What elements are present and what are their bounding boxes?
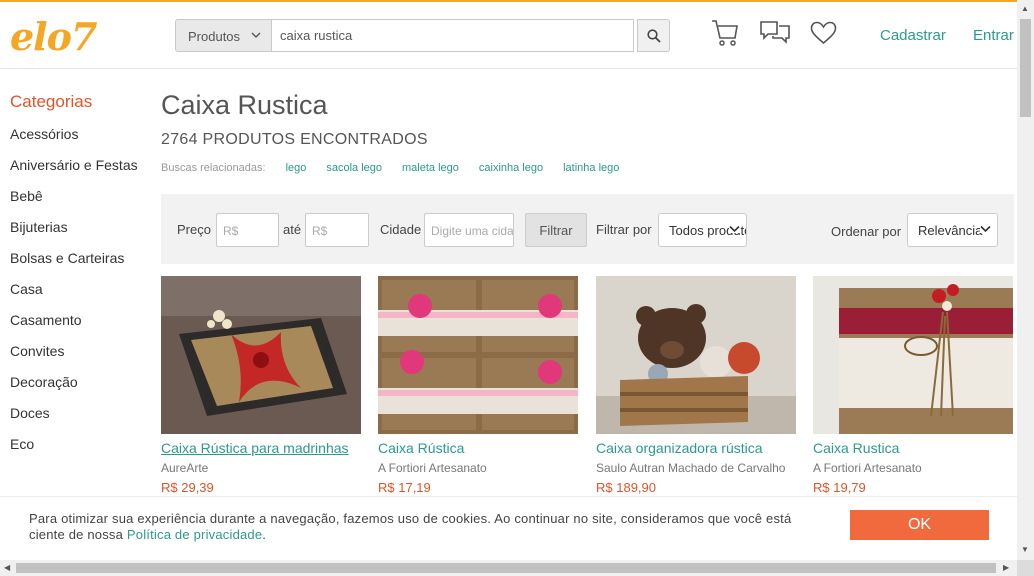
related-searches: Buscas relacionadas: lego sacola lego ma… [161, 162, 1014, 174]
product-seller[interactable]: A Fortiori Artesanato [813, 461, 1013, 475]
related-searches-label: Buscas relacionadas: [161, 162, 266, 174]
chevron-down-icon [251, 32, 261, 38]
messages-icon[interactable] [759, 18, 791, 46]
product-seller[interactable]: AureArte [161, 461, 361, 475]
product-card[interactable]: Caixa Rústica para madrinhas AureArte R$… [161, 276, 361, 495]
price-max-input[interactable]: R$ [305, 213, 369, 247]
sort-value: Relevância [918, 223, 983, 238]
cookie-text-end: . [262, 527, 267, 542]
search-bar: Produtos [175, 19, 670, 52]
category-list: Acessórios Aniversário e Festas Bebê Bij… [10, 126, 140, 453]
elo7-logo[interactable]: elo7 [10, 14, 97, 59]
product-card[interactable]: Caixa organizadora rústica Saulo Autran … [596, 276, 796, 495]
product-price: R$ 17,19 [378, 480, 431, 495]
product-image[interactable] [378, 276, 578, 434]
heart-icon[interactable] [810, 21, 837, 45]
product-card[interactable]: Caixa Rustica A Fortiori Artesanato R$ 1… [813, 276, 1013, 495]
city-label: Cidade [380, 222, 422, 237]
product-image[interactable] [596, 276, 796, 434]
sort-select[interactable]: Relevância [907, 213, 998, 247]
privacy-policy-link[interactable]: Política de privacidade [127, 527, 262, 542]
price-min-placeholder: R$ [223, 224, 239, 238]
category-sidebar: Categorias Acessórios Aniversário e Fest… [10, 92, 140, 467]
price-to-label: até [283, 222, 302, 237]
price-min-input[interactable]: R$ [216, 213, 279, 247]
category-item[interactable]: Bijuterias [10, 219, 140, 236]
search-category-select[interactable]: Produtos [175, 19, 272, 52]
scroll-up-arrow-icon[interactable]: ▲ [1021, 4, 1029, 13]
related-search-link[interactable]: sacola lego [326, 162, 382, 174]
results-header: Caixa Rustica 2764 PRODUTOS ENCONTRADOS … [161, 90, 1014, 174]
product-name[interactable]: Caixa organizadora rústica [596, 440, 796, 456]
page-title: Caixa Rustica [161, 90, 328, 120]
city-input[interactable]: Digite uma cidade [424, 213, 514, 247]
login-link[interactable]: Entrar [973, 27, 1014, 44]
related-search-link[interactable]: latinha lego [563, 162, 619, 174]
search-input[interactable] [272, 19, 634, 52]
related-search-link[interactable]: caixinha lego [479, 162, 543, 174]
search-category-label: Produtos [188, 29, 241, 44]
search-icon [646, 28, 661, 43]
price-max-placeholder: R$ [312, 224, 328, 238]
category-item[interactable]: Acessórios [10, 126, 140, 143]
category-item[interactable]: Aniversário e Festas [10, 157, 140, 174]
product-name[interactable]: Caixa Rústica para madrinhas [161, 440, 361, 456]
category-item[interactable]: Doces [10, 405, 140, 422]
vertical-scrollbar[interactable]: ▲ ▼ [1017, 0, 1034, 560]
chevron-down-icon [980, 225, 991, 233]
product-seller[interactable]: A Fortiori Artesanato [378, 461, 578, 475]
scrollbar-corner [1017, 560, 1034, 576]
category-item[interactable]: Casamento [10, 312, 140, 329]
category-item[interactable]: Bebê [10, 188, 140, 205]
chevron-down-icon [729, 225, 740, 233]
scroll-left-arrow-icon[interactable]: ◀ [4, 563, 10, 572]
cookie-message: Para otimizar sua experiência durante a … [29, 511, 829, 543]
filter-by-label: Filtrar por [596, 222, 652, 237]
search-button[interactable] [637, 19, 670, 52]
category-item[interactable]: Decoração [10, 374, 140, 391]
site-header: elo7 Produtos Cadastrar Entrar [0, 2, 1017, 69]
cookie-banner: Para otimizar sua experiência durante a … [0, 496, 1017, 560]
product-image[interactable] [813, 276, 1013, 434]
cart-icon[interactable] [711, 17, 739, 47]
scroll-down-arrow-icon[interactable]: ▼ [1021, 545, 1029, 554]
category-item[interactable]: Bolsas e Carteiras [10, 250, 140, 267]
sort-label: Ordenar por [831, 224, 902, 239]
product-name[interactable]: Caixa Rústica [378, 440, 578, 456]
vertical-scroll-thumb[interactable] [1020, 19, 1031, 117]
register-link[interactable]: Cadastrar [880, 27, 946, 44]
category-item[interactable]: Casa [10, 281, 140, 298]
price-label: Preço [177, 222, 211, 237]
product-seller[interactable]: Saulo Autran Machado de Carvalho [596, 461, 796, 475]
results-count: 2764 PRODUTOS ENCONTRADOS [161, 131, 428, 148]
product-price: R$ 189,90 [596, 480, 656, 495]
product-card[interactable]: Caixa Rústica A Fortiori Artesanato R$ 1… [378, 276, 578, 495]
city-placeholder: Digite uma cidade [431, 224, 514, 238]
horizontal-scrollbar[interactable]: ◀ ▶ [0, 560, 1017, 576]
scroll-right-arrow-icon[interactable]: ▶ [1003, 563, 1009, 572]
product-name[interactable]: Caixa Rustica [813, 440, 1013, 456]
related-search-link[interactable]: lego [286, 162, 307, 174]
related-search-link[interactable]: maleta lego [402, 162, 459, 174]
filter-button[interactable]: Filtrar [525, 213, 587, 247]
filter-bar: Preço R$ até R$ Cidade Digite uma cidade… [161, 194, 1014, 264]
category-item[interactable]: Convites [10, 343, 140, 360]
horizontal-scroll-thumb[interactable] [16, 563, 996, 573]
categories-title: Categorias [10, 92, 93, 111]
category-item[interactable]: Eco [10, 436, 140, 453]
product-price: R$ 29,39 [161, 480, 214, 495]
product-image[interactable] [161, 276, 361, 434]
product-price: R$ 19,79 [813, 480, 866, 495]
filter-by-select[interactable]: Todos produtos [658, 213, 747, 247]
cookie-ok-button[interactable]: OK [850, 510, 989, 540]
